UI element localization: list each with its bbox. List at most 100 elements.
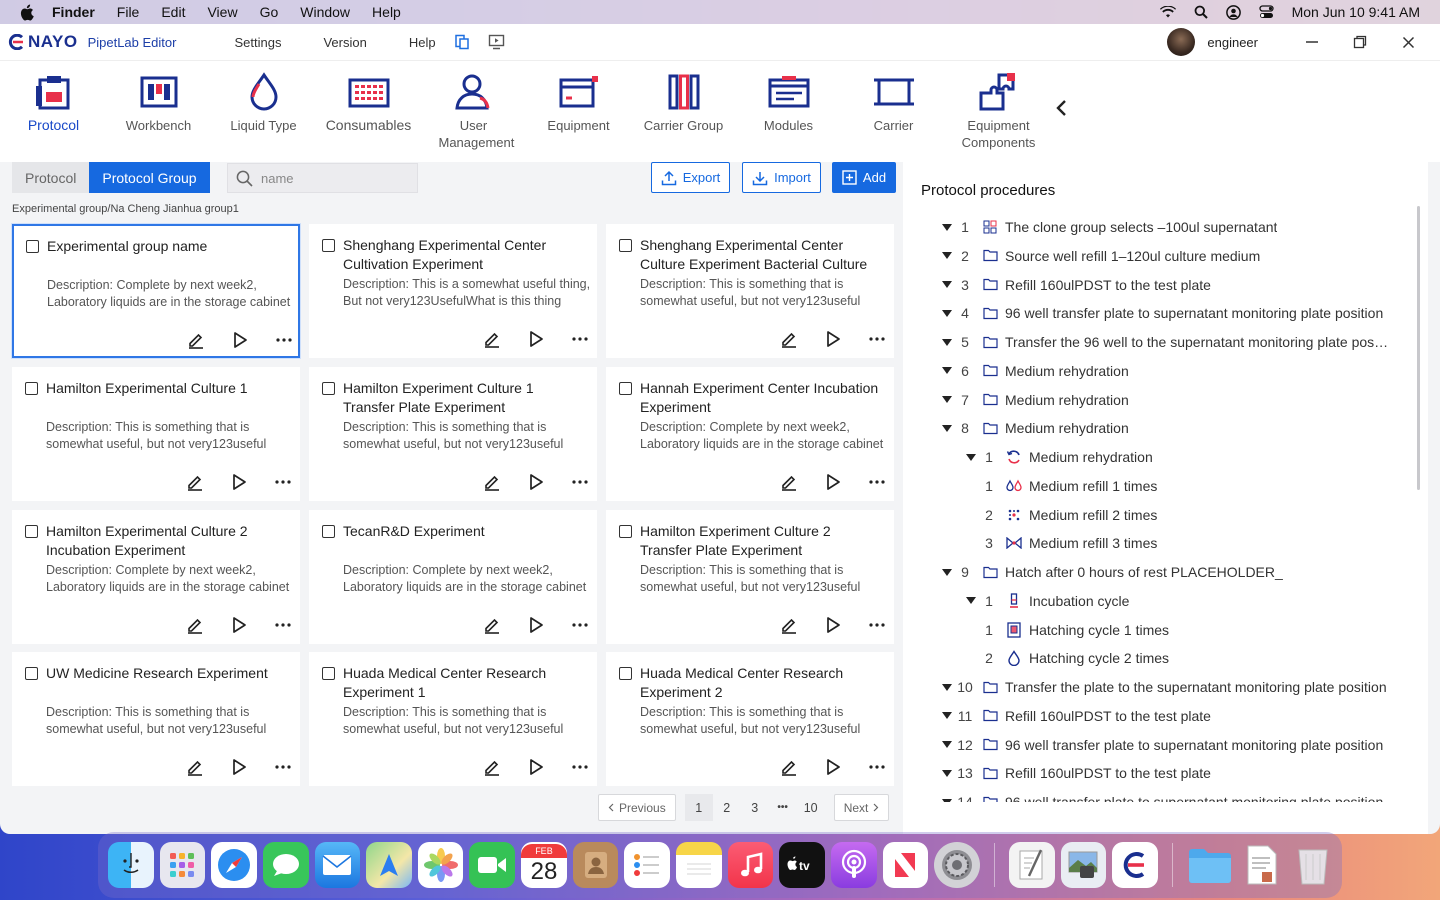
procedure-row[interactable]: 5 Transfer the 96 well to the supernatant… (941, 332, 1390, 352)
menu-view[interactable]: View (207, 4, 237, 20)
card-checkbox[interactable] (25, 667, 38, 680)
contacts-icon[interactable] (572, 842, 619, 888)
protocol-group-card[interactable]: Hamilton Experiment Culture 2 Transfer P… (606, 510, 894, 644)
protocol-group-card[interactable]: Experimental group name Description: Comp… (12, 224, 300, 358)
edit-icon[interactable] (779, 329, 799, 349)
edit-icon[interactable] (185, 472, 205, 492)
run-icon[interactable] (823, 472, 843, 492)
tool-carrier[interactable]: Carrier (841, 61, 946, 134)
page-10[interactable]: 10 (797, 794, 825, 821)
control-center-icon[interactable] (1258, 5, 1274, 19)
protocol-group-card[interactable]: Huada Medical Center Research Experiment… (309, 652, 597, 786)
photos-icon[interactable] (417, 842, 464, 888)
procedure-row[interactable]: 1 Medium rehydration (965, 447, 1153, 467)
script-editor-icon[interactable] (1008, 842, 1055, 888)
protocol-group-card[interactable]: Hamilton Experimental Culture 1 Descripti… (12, 367, 300, 501)
system-settings-icon[interactable] (934, 842, 980, 888)
procedure-row[interactable]: 8 Medium rehydration (941, 418, 1129, 438)
more-icon[interactable] (867, 472, 887, 492)
run-icon[interactable] (823, 329, 843, 349)
edit-icon[interactable] (185, 615, 205, 635)
tool-carrier-group[interactable]: Carrier Group (631, 61, 736, 134)
procedure-row[interactable]: 12 96 well transfer plate to supernatant … (941, 735, 1383, 755)
search-icon[interactable] (1194, 5, 1208, 19)
caret-down-icon[interactable] (965, 597, 977, 605)
tool-protocol[interactable]: Protocol (1, 61, 106, 134)
restore-icon[interactable] (1342, 35, 1378, 49)
edit-icon[interactable] (779, 757, 799, 777)
nayo-app-icon[interactable] (1112, 842, 1158, 888)
protocol-group-card[interactable]: Huada Medical Center Research Experiment… (606, 652, 894, 786)
previous-button[interactable]: Previous (598, 794, 676, 821)
caret-down-icon[interactable] (941, 223, 953, 231)
run-icon[interactable] (229, 472, 249, 492)
procedure-row[interactable]: 1 Hatching cycle 1 times (965, 620, 1169, 640)
user-account-icon[interactable] (1225, 4, 1241, 20)
procedure-row[interactable]: 14 96 well transfer plate to supernatant … (941, 792, 1383, 802)
clock[interactable]: Mon Jun 10 9:41 AM (1292, 4, 1420, 20)
protocol-group-card[interactable]: Shenghang Experimental Center Culture Ex… (606, 224, 894, 358)
run-icon[interactable] (230, 330, 250, 350)
more-icon[interactable] (273, 757, 293, 777)
more-icon[interactable] (570, 472, 590, 492)
safari-icon[interactable] (211, 842, 257, 888)
edit-icon[interactable] (185, 757, 205, 777)
card-checkbox[interactable] (322, 667, 335, 680)
mail-icon[interactable] (314, 842, 361, 888)
run-icon[interactable] (229, 757, 249, 777)
page-1[interactable]: 1 (684, 794, 713, 821)
edit-icon[interactable] (482, 472, 502, 492)
card-checkbox[interactable] (25, 525, 38, 538)
procedure-row[interactable]: 11 Refill 160ulPDST to the test plate (941, 706, 1211, 726)
edit-icon[interactable] (779, 472, 799, 492)
folder-icon[interactable] (1187, 842, 1233, 888)
next-button[interactable]: Next (833, 794, 890, 821)
card-checkbox[interactable] (322, 525, 335, 538)
tab-protocol[interactable]: Protocol (12, 162, 90, 193)
more-icon[interactable] (867, 329, 887, 349)
podcasts-icon[interactable] (830, 842, 877, 888)
procedure-row[interactable]: 3 Medium refill 3 times (965, 533, 1157, 553)
menu-help[interactable]: Help (372, 4, 401, 20)
run-icon[interactable] (526, 615, 546, 635)
caret-down-icon[interactable] (941, 798, 953, 802)
launchpad-icon[interactable] (159, 842, 206, 888)
edit-icon[interactable] (186, 330, 206, 350)
export-button[interactable]: Export (651, 162, 730, 193)
minimize-icon[interactable] (1294, 35, 1330, 49)
caret-down-icon[interactable] (965, 453, 977, 461)
tool-liquid-type[interactable]: Liquid Type (211, 61, 316, 134)
notes-icon[interactable] (676, 842, 722, 888)
more-icon[interactable] (273, 615, 293, 635)
finder-icon[interactable] (108, 842, 154, 888)
caret-down-icon[interactable] (941, 309, 953, 317)
window-switch-icon[interactable] (454, 34, 470, 50)
edit-icon[interactable] (482, 615, 502, 635)
protocol-group-card[interactable]: Shenghang Experimental Center Cultivatio… (309, 224, 597, 358)
run-icon[interactable] (823, 757, 843, 777)
caret-down-icon[interactable] (941, 396, 953, 403)
messages-icon[interactable] (262, 842, 309, 888)
menu-help-app[interactable]: Help (409, 35, 436, 50)
calendar-icon[interactable]: FEB 28 (521, 842, 567, 888)
apple-icon[interactable] (0, 4, 52, 21)
more-icon[interactable] (867, 757, 887, 777)
preview-icon[interactable] (1060, 842, 1107, 888)
run-icon[interactable] (526, 757, 546, 777)
procedure-row[interactable]: 3 Refill 160ulPDST to the test plate (941, 275, 1211, 295)
protocol-group-card[interactable]: Hannah Experiment Center Incubation Expe… (606, 367, 894, 501)
more-icon[interactable] (570, 757, 590, 777)
card-checkbox[interactable] (619, 239, 632, 252)
protocol-group-card[interactable]: Hamilton Experimental Culture 2 Incubati… (12, 510, 300, 644)
procedure-row[interactable]: 1 Medium refill 1 times (965, 476, 1157, 496)
monitor-play-icon[interactable] (488, 34, 505, 50)
procedure-row[interactable]: 1 Incubation cycle (965, 591, 1129, 611)
run-icon[interactable] (229, 615, 249, 635)
protocol-group-card[interactable]: TecanR&D Experiment Description: Complete… (309, 510, 597, 644)
scrollbar[interactable] (1417, 206, 1420, 490)
search-input[interactable]: name (227, 163, 418, 193)
menu-version[interactable]: Version (323, 35, 366, 50)
card-checkbox[interactable] (322, 382, 335, 395)
facetime-icon[interactable] (469, 842, 516, 888)
more-icon[interactable] (273, 472, 293, 492)
